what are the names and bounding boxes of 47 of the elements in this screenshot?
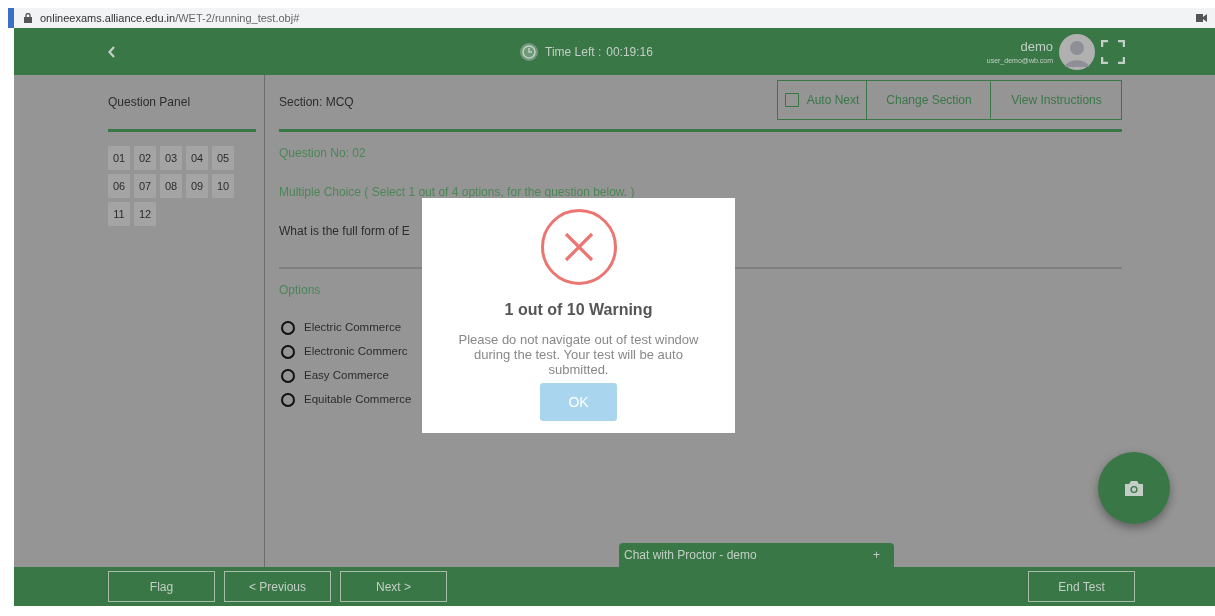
- chat-tab[interactable]: Chat with Proctor - demo +: [619, 543, 894, 567]
- user-name: demo: [1020, 37, 1053, 56]
- question-number-button[interactable]: 05: [212, 146, 234, 170]
- options-title: Options: [279, 282, 322, 299]
- lock-icon: [24, 13, 32, 23]
- radio-button[interactable]: [281, 345, 295, 359]
- question-number-button[interactable]: 06: [108, 174, 130, 198]
- fullscreen-icon[interactable]: [1101, 39, 1125, 64]
- avatar-icon: [1059, 33, 1095, 70]
- question-number-button[interactable]: 09: [186, 174, 208, 198]
- expand-toggle[interactable]: +: [873, 546, 880, 564]
- flag-button[interactable]: Flag: [108, 571, 215, 602]
- previous-button[interactable]: < Previous: [224, 571, 331, 602]
- option-label: Equitable Commerce: [304, 392, 412, 408]
- end-test-button[interactable]: End Test: [1028, 571, 1135, 602]
- radio-button[interactable]: [281, 393, 295, 407]
- option-label: Electric Commerce: [304, 320, 402, 336]
- section-title: Section: MCQ: [279, 94, 354, 111]
- timer-value: 00:19:16: [606, 43, 653, 61]
- question-number-button[interactable]: 03: [160, 146, 182, 170]
- clock-icon: [519, 41, 539, 62]
- error-icon: [539, 208, 618, 286]
- option-label: Easy Commerce: [304, 368, 389, 384]
- camera-button[interactable]: [1098, 452, 1170, 524]
- question-number-button[interactable]: 08: [160, 174, 182, 198]
- question-number-button[interactable]: 11: [108, 202, 130, 226]
- dialog-title: 1 out of 10 Warning: [503, 300, 654, 320]
- back-icon[interactable]: [108, 45, 116, 58]
- dialog-message: Please do not navigate out of test window during the test. Your test will be auto submitted.: [457, 332, 700, 377]
- next-button[interactable]: Next >: [340, 571, 447, 602]
- question-number-button[interactable]: 07: [134, 174, 156, 198]
- option-label: Electronic Commerc: [304, 344, 408, 360]
- address-url[interactable]: onlineexams.alliance.edu.in/WET-2/running_test.obj#: [40, 9, 300, 27]
- question-text: What is the full form of E: [279, 223, 411, 240]
- panel-title: Question Panel: [108, 94, 192, 111]
- question-number-button[interactable]: 04: [186, 146, 208, 170]
- camera-icon: [1125, 480, 1143, 496]
- chat-label: Chat with Proctor - demo: [624, 547, 757, 564]
- timer-label: Time Left :: [545, 43, 602, 61]
- camera-icon[interactable]: [1196, 14, 1207, 22]
- question-number-button[interactable]: 02: [134, 146, 156, 170]
- radio-button[interactable]: [281, 321, 295, 335]
- question-number-button[interactable]: 10: [212, 174, 234, 198]
- radio-button[interactable]: [281, 369, 295, 383]
- question-number: Question No: 02: [279, 145, 367, 162]
- question-number-button[interactable]: 01: [108, 146, 130, 170]
- question-number-button[interactable]: 12: [134, 202, 156, 226]
